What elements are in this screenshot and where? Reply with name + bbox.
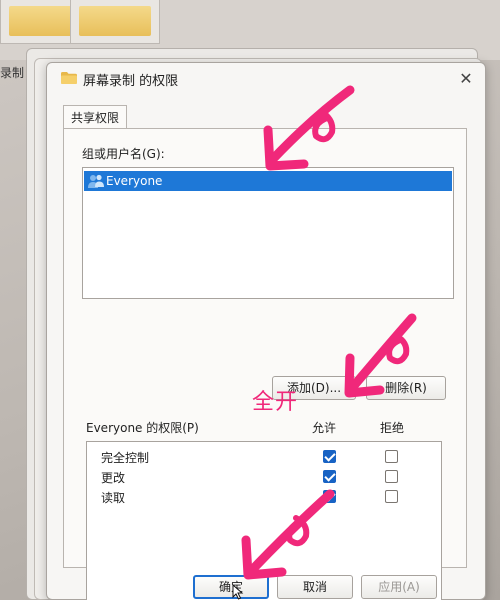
cancel-button[interactable]: 取消 xyxy=(277,575,353,599)
apply-button[interactable]: 应用(A) xyxy=(361,575,437,599)
allow-checkbox[interactable] xyxy=(323,490,336,503)
permissions-label: Everyone 的权限(P) xyxy=(86,421,199,435)
list-item[interactable]: Everyone xyxy=(84,171,452,191)
permission-name: 完全控制 xyxy=(101,451,150,465)
title-bar[interactable]: 屏幕录制 的权限 ✕ xyxy=(47,63,485,95)
permission-name: 更改 xyxy=(101,471,126,485)
close-button[interactable]: ✕ xyxy=(455,69,477,89)
folder-icon xyxy=(61,72,77,84)
allow-checkbox[interactable] xyxy=(323,450,336,463)
column-allow-header: 允许 xyxy=(312,421,337,435)
permissions-panel: 组或用户名(G): Everyone 添加(D)... 删除(R) Everyo… xyxy=(63,128,467,600)
deny-checkbox[interactable] xyxy=(385,450,398,463)
table-row: 更改 xyxy=(87,466,441,486)
tab-share-permissions[interactable]: 共享权限 xyxy=(63,105,128,129)
group-or-user-label: 组或用户名(G): xyxy=(82,147,165,161)
user-list[interactable]: Everyone xyxy=(82,167,454,299)
permissions-dialog: 屏幕录制 的权限 ✕ 共享权限 组或用户名(G): Everyone 添加(D)… xyxy=(46,62,486,600)
table-row: 完全控制 xyxy=(87,446,441,466)
permission-name: 读取 xyxy=(101,491,126,505)
annotation-text: 全开 xyxy=(252,390,299,415)
user-group-icon xyxy=(88,174,104,188)
close-icon: ✕ xyxy=(459,69,473,88)
remove-button[interactable]: 删除(R) xyxy=(366,376,446,400)
dialog-title: 屏幕录制 的权限 xyxy=(83,74,179,89)
table-row: 读取 xyxy=(87,486,441,506)
folder-thumbnail[interactable] xyxy=(70,0,160,44)
column-deny-header: 拒绝 xyxy=(380,421,405,435)
mouse-cursor-icon xyxy=(232,584,244,600)
deny-checkbox[interactable] xyxy=(385,490,398,503)
ok-button[interactable]: 确定 xyxy=(193,575,269,599)
allow-checkbox[interactable] xyxy=(323,470,336,483)
deny-checkbox[interactable] xyxy=(385,470,398,483)
background-folder-label: 录制 xyxy=(0,66,25,80)
user-name: Everyone xyxy=(106,174,163,188)
